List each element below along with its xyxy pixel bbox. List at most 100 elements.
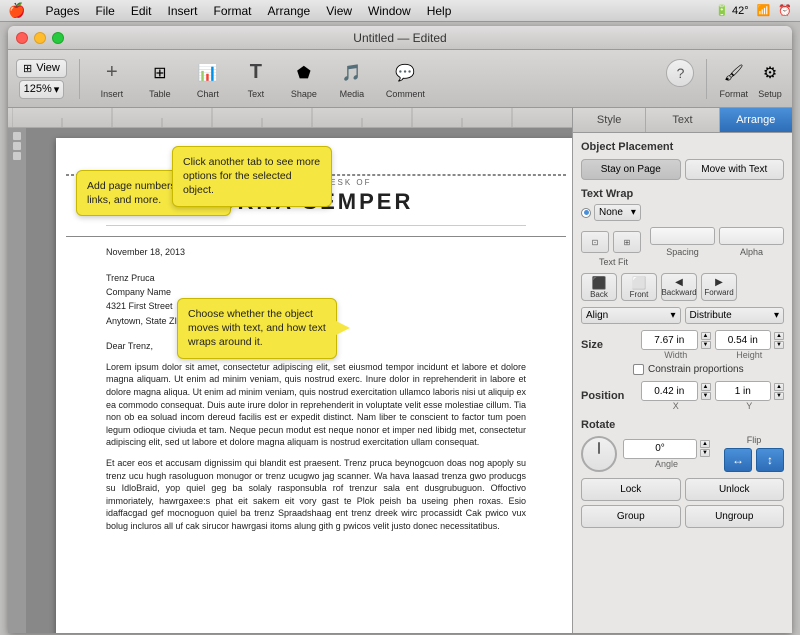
view-group: ⊞ View 125% ▾: [16, 59, 67, 99]
view-button[interactable]: ⊞ View: [16, 59, 67, 78]
alpha-label: Alpha: [719, 247, 784, 257]
maximize-button[interactable]: [52, 32, 64, 44]
height-input[interactable]: 0.54 in: [715, 330, 772, 350]
group-button[interactable]: Group: [581, 505, 681, 528]
menu-arrange[interactable]: Arrange: [268, 4, 311, 18]
media-button[interactable]: 🎵 Media: [332, 57, 372, 101]
flip-v-button[interactable]: ↕: [756, 448, 784, 472]
setup-button[interactable]: ⚙ Setup: [756, 59, 784, 99]
insert-button[interactable]: + Insert: [92, 57, 132, 101]
page-body: November 18, 2013 Trenz Pruca Company Na…: [106, 246, 526, 532]
spacing-label: Spacing: [650, 247, 715, 257]
page-scroll-container[interactable]: FROM THE DESK OF URNA SEMPER November 18…: [26, 128, 572, 633]
height-up[interactable]: ▲: [774, 332, 784, 340]
table-label: Table: [149, 89, 171, 99]
menu-window[interactable]: Window: [368, 4, 411, 18]
comment-icon: 💬: [391, 59, 419, 87]
format-button[interactable]: 🖌 Format: [719, 59, 748, 99]
selection-handle-bottom: [66, 236, 566, 237]
flip-buttons: ↔ ↕: [724, 448, 784, 472]
y-input-row: 1 in ▲ ▼: [715, 381, 785, 401]
height-down[interactable]: ▼: [774, 341, 784, 349]
chart-button[interactable]: 📊 Chart: [188, 57, 228, 101]
x-input[interactable]: 0.42 in: [641, 381, 698, 401]
menubar-right: 🔋 42° 📶 ⏰: [715, 4, 792, 17]
text-button[interactable]: T Text: [236, 57, 276, 101]
table-button[interactable]: ⊞ Table: [140, 57, 180, 101]
x-up[interactable]: ▲: [701, 383, 711, 391]
help-button[interactable]: ?: [666, 59, 694, 87]
menu-pages[interactable]: Pages: [45, 4, 79, 18]
rotate-dial[interactable]: [581, 436, 617, 472]
text-fit-icon-1[interactable]: ⊡: [581, 231, 609, 253]
spacing-input[interactable]: [650, 227, 715, 245]
align-select[interactable]: Align ▾: [581, 307, 681, 324]
width-stepper: ▲ ▼: [701, 332, 711, 349]
wrap-none-radio[interactable]: [581, 208, 591, 218]
width-input[interactable]: 7.67 in: [641, 330, 698, 350]
front-icon: ⬜: [632, 276, 647, 290]
chart-label: Chart: [197, 89, 219, 99]
width-group: 7.67 in ▲ ▼ Width: [641, 330, 711, 360]
y-input[interactable]: 1 in: [715, 381, 772, 401]
zoom-arrow: ▾: [54, 83, 60, 96]
wrap-select[interactable]: None ▾: [594, 204, 641, 221]
main-content: FROM THE DESK OF URNA SEMPER November 18…: [8, 108, 792, 633]
alpha-input[interactable]: [719, 227, 784, 245]
text-fit-icon-2[interactable]: ⊞: [613, 231, 641, 253]
comment-button[interactable]: 💬 Comment: [380, 57, 431, 101]
insert-label: Insert: [101, 89, 124, 99]
text-label: Text: [248, 89, 265, 99]
menu-insert[interactable]: Insert: [168, 4, 198, 18]
angle-up[interactable]: ▲: [700, 440, 710, 448]
group-row: Group Ungroup: [581, 505, 784, 528]
spacing-box: Spacing: [650, 227, 715, 267]
y-down[interactable]: ▼: [774, 392, 784, 400]
tab-style[interactable]: Style: [573, 108, 646, 132]
distribute-select[interactable]: Distribute ▾: [685, 307, 785, 324]
close-button[interactable]: [16, 32, 28, 44]
x-down[interactable]: ▼: [701, 392, 711, 400]
width-up[interactable]: ▲: [701, 332, 711, 340]
flip-h-button[interactable]: ↔: [724, 448, 752, 472]
wrap-option-row: None ▾: [581, 204, 784, 221]
battery-status: 🔋 42°: [715, 4, 748, 17]
forward-button[interactable]: ▶ Forward: [701, 273, 737, 301]
angle-input[interactable]: 0°: [623, 439, 697, 459]
angle-down[interactable]: ▼: [700, 449, 710, 457]
front-label: Front: [630, 290, 649, 299]
width-down[interactable]: ▼: [701, 341, 711, 349]
y-up[interactable]: ▲: [774, 383, 784, 391]
zoom-control[interactable]: 125% ▾: [19, 80, 65, 99]
minimize-button[interactable]: [34, 32, 46, 44]
back-button[interactable]: ⬛ Back: [581, 273, 617, 301]
y-label: Y: [746, 401, 752, 411]
alpha-box: Alpha: [719, 227, 784, 267]
menu-help[interactable]: Help: [427, 4, 452, 18]
constrain-checkbox[interactable]: [633, 364, 644, 375]
menu-view[interactable]: View: [326, 4, 352, 18]
wrap-none-option[interactable]: None ▾: [581, 204, 641, 221]
apple-menu[interactable]: 🍎: [8, 2, 25, 19]
front-button[interactable]: ⬜ Front: [621, 273, 657, 301]
doc-sidebar-left: [8, 128, 26, 633]
menu-file[interactable]: File: [95, 4, 114, 18]
lock-button[interactable]: Lock: [581, 478, 681, 501]
menu-format[interactable]: Format: [214, 4, 252, 18]
menubar: 🍎 Pages File Edit Insert Format Arrange …: [0, 0, 800, 22]
ungroup-button[interactable]: Ungroup: [685, 505, 785, 528]
tooltip-text-wrap: Choose whether the object moves with tex…: [177, 298, 337, 359]
backward-button[interactable]: ◀ Backward: [661, 273, 697, 301]
tab-text[interactable]: Text: [646, 108, 719, 132]
align-distribute-row: Align ▾ Distribute ▾: [581, 307, 784, 324]
unlock-button[interactable]: Unlock: [685, 478, 785, 501]
stay-on-page-btn[interactable]: Stay on Page: [581, 159, 681, 180]
size-inputs: 7.67 in ▲ ▼ Width: [641, 330, 784, 360]
fit-spacing-row: ⊡ ⊞ Text Fit Spacing Alpha: [581, 227, 784, 267]
menu-edit[interactable]: Edit: [131, 4, 152, 18]
shape-button[interactable]: ⬟ Shape: [284, 57, 324, 101]
move-with-text-btn[interactable]: Move with Text: [685, 159, 785, 180]
back-label: Back: [590, 290, 608, 299]
height-value: 0.54 in: [728, 335, 758, 346]
tab-arrange[interactable]: Arrange: [720, 108, 792, 132]
